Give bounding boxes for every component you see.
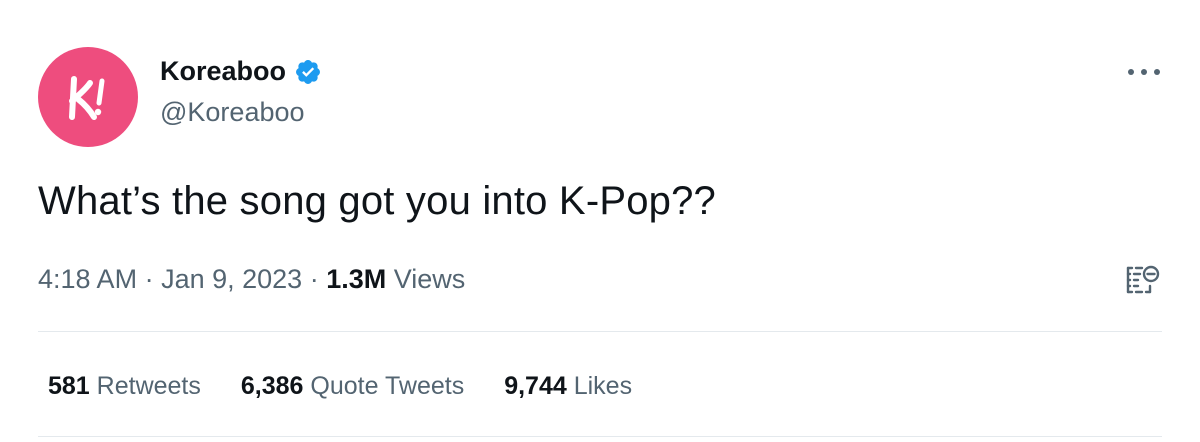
meta-separator: · xyxy=(302,264,327,294)
avatar[interactable] xyxy=(38,47,138,147)
divider xyxy=(38,331,1162,332)
tweet-time[interactable]: 4:18 AM xyxy=(38,264,137,295)
author-handle[interactable]: @Koreaboo xyxy=(160,97,305,128)
views-count: 1.3M xyxy=(326,264,387,294)
more-horizontal-icon xyxy=(1128,69,1160,75)
retweets-label: Retweets xyxy=(89,372,201,400)
tweet-meta: 4:18 AM · Jan 9, 2023 · 1.3M Views xyxy=(38,264,465,295)
engagement-stats: 581 Retweets 6,386 Quote Tweets 9,744 Li… xyxy=(48,372,632,401)
quote-tweets-count: 6,386 xyxy=(240,372,304,400)
retweets-stat[interactable]: 581 Retweets xyxy=(48,372,201,401)
tweet-analytics-icon[interactable] xyxy=(1120,260,1162,302)
likes-stat[interactable]: 9,744 Likes xyxy=(504,372,632,401)
koreaboo-k-logo-icon xyxy=(69,76,105,120)
views-label: Views xyxy=(386,264,466,294)
quote-tweets-label: Quote Tweets xyxy=(303,372,465,400)
likes-count: 9,744 xyxy=(504,372,567,400)
meta-separator: · xyxy=(137,264,162,294)
tweet-text: What’s the song got you into K-Pop?? xyxy=(38,179,717,223)
author-display-name[interactable]: Koreaboo xyxy=(160,56,286,87)
likes-label: Likes xyxy=(566,372,633,400)
retweets-count: 581 xyxy=(48,372,90,400)
more-options-button[interactable] xyxy=(1124,60,1164,84)
divider xyxy=(38,436,1162,437)
quote-tweets-stat[interactable]: 6,386 Quote Tweets xyxy=(241,372,464,401)
verified-badge-icon xyxy=(296,59,320,84)
tweet-date[interactable]: Jan 9, 2023 xyxy=(161,264,302,295)
tweet-card: Koreaboo @Koreaboo What’s the song got y… xyxy=(0,0,1200,442)
author-name-row: Koreaboo xyxy=(160,56,322,87)
